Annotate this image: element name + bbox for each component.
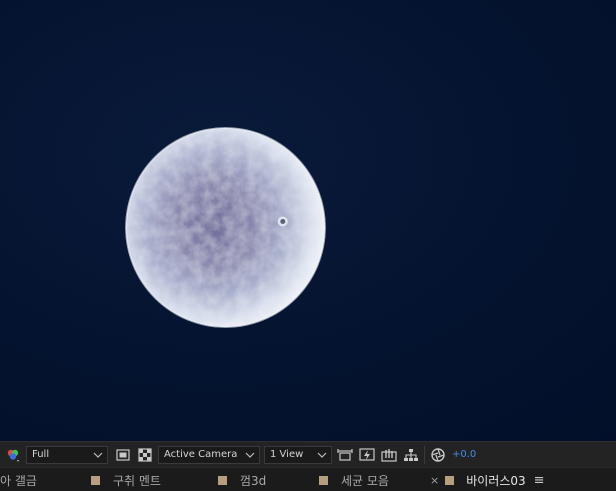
chevron-down-icon bbox=[317, 452, 327, 458]
tab-label: 구취 멘트 bbox=[113, 473, 161, 488]
label-color-swatch bbox=[218, 475, 227, 485]
view-layout-value: 1 View bbox=[270, 449, 304, 460]
tab-comp-5[interactable]: × 바이러스03 ≡ bbox=[430, 468, 545, 491]
resolution-value: Full bbox=[32, 449, 50, 460]
view-layout-dropdown[interactable]: 1 View bbox=[264, 445, 332, 464]
exposure-value[interactable]: +0.0 bbox=[452, 449, 476, 460]
viewer-toolbar: Full Active Camera 1 View +0.0 bbox=[0, 441, 616, 467]
transparency-grid-icon[interactable] bbox=[136, 446, 154, 464]
region-of-interest-icon[interactable] bbox=[114, 446, 132, 464]
tab-label: 세균 모음 bbox=[341, 473, 389, 488]
composition-tabs: 아 갤금 구취 멘트 껌3d 세균 모음 × 바이러스03 ≡ bbox=[0, 467, 616, 491]
spike-protrusion bbox=[277, 216, 288, 227]
tab-label: 아 갤금 bbox=[0, 473, 37, 488]
timeline-icon[interactable] bbox=[380, 446, 398, 464]
composition-viewer[interactable] bbox=[0, 0, 616, 441]
tab-comp-1[interactable]: 아 갤금 bbox=[0, 468, 37, 491]
close-icon[interactable]: × bbox=[430, 474, 439, 487]
flowchart-icon[interactable] bbox=[402, 446, 420, 464]
color-channels-icon[interactable] bbox=[4, 446, 22, 464]
camera-value: Active Camera bbox=[164, 449, 238, 460]
label-color-swatch bbox=[445, 475, 455, 485]
tab-label: 껌3d bbox=[240, 473, 267, 488]
resolution-dropdown[interactable]: Full bbox=[26, 445, 108, 464]
tab-comp-2[interactable]: 구취 멘트 bbox=[91, 468, 161, 491]
tab-label: 바이러스03 bbox=[466, 473, 526, 488]
toggle-pixel-aspect-icon[interactable] bbox=[336, 446, 354, 464]
camera-dropdown[interactable]: Active Camera bbox=[158, 445, 260, 464]
reset-exposure-icon[interactable] bbox=[429, 446, 447, 464]
chevron-down-icon bbox=[93, 452, 103, 458]
fast-previews-icon[interactable] bbox=[358, 446, 376, 464]
sphere-render bbox=[125, 127, 326, 328]
chevron-down-icon bbox=[245, 452, 255, 458]
tab-comp-3[interactable]: 껌3d bbox=[218, 468, 266, 491]
panel-menu-icon[interactable]: ≡ bbox=[534, 473, 545, 488]
toolbar-divider bbox=[424, 445, 425, 464]
label-color-swatch bbox=[91, 475, 100, 485]
tab-comp-4[interactable]: 세균 모음 bbox=[319, 468, 389, 491]
label-color-swatch bbox=[319, 475, 328, 485]
